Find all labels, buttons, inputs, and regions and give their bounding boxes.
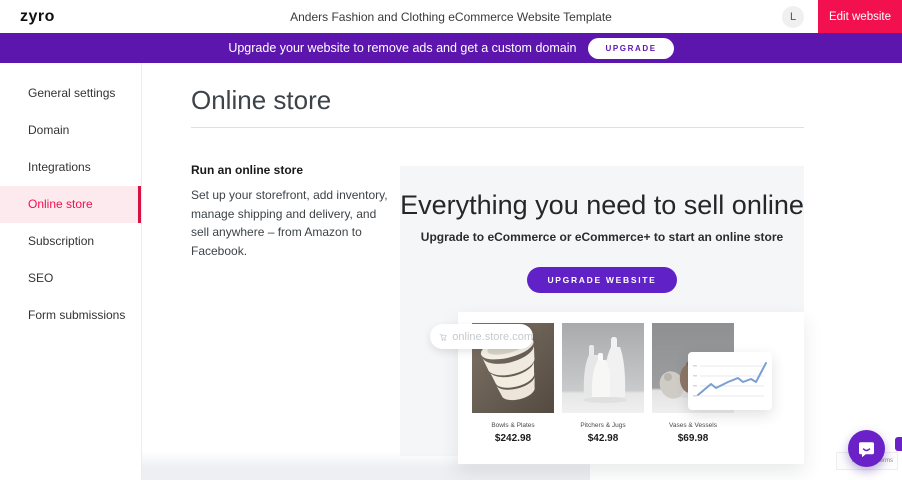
app-window: zyro Anders Fashion and Clothing eCommer… (0, 0, 902, 480)
upgrade-banner: Upgrade your website to remove ads and g… (0, 33, 902, 63)
chart-line (698, 363, 766, 395)
sidebar-item-subscription[interactable]: Subscription (0, 223, 141, 260)
section-text: Set up your storefront, add inventory, m… (191, 186, 393, 260)
sidebar-item-domain[interactable]: Domain (0, 112, 141, 149)
sales-line-chart (688, 352, 772, 410)
page-title: Online store (191, 85, 331, 116)
site-template-title: Anders Fashion and Clothing eCommerce We… (120, 10, 782, 24)
top-header: zyro Anders Fashion and Clothing eCommer… (0, 0, 902, 33)
cart-icon (439, 331, 447, 343)
banner-upgrade-button[interactable]: UPGRADE (588, 38, 673, 59)
product-price: $42.98 (562, 433, 644, 444)
product-price: $69.98 (652, 433, 734, 444)
sidebar-item-general-settings[interactable]: General settings (0, 75, 141, 112)
header-actions: L Edit website (782, 0, 902, 33)
banner-text: Upgrade your website to remove ads and g… (228, 41, 576, 55)
title-divider (191, 127, 804, 128)
chat-button[interactable] (848, 430, 885, 467)
product-price: $242.98 (472, 433, 554, 444)
user-avatar[interactable]: L (782, 6, 804, 28)
section-heading: Run an online store (191, 163, 393, 177)
chat-bubble-icon (857, 440, 876, 458)
section-description: Run an online store Set up your storefro… (191, 163, 393, 260)
product-card-pitchers: Pitchers & Jugs $42.98 (562, 323, 644, 444)
product-name: Pitchers & Jugs (562, 422, 644, 429)
sidebar-item-form-submissions[interactable]: Form submissions (0, 297, 141, 334)
pitchers-product-image (562, 323, 644, 413)
sales-chart-card (688, 352, 772, 410)
sidebar-item-online-store[interactable]: Online store (0, 186, 141, 223)
product-name: Bowls & Plates (472, 422, 554, 429)
promo-subheading: Upgrade to eCommerce or eCommerce+ to st… (400, 230, 804, 244)
store-url-pill: online.store.com (430, 324, 533, 349)
settings-sidebar: General settings Domain Integrations Onl… (0, 63, 142, 480)
store-url-text: online.store.com (452, 331, 533, 343)
upgrade-website-button[interactable]: UPGRADE WEBSITE (527, 267, 676, 293)
promo-heading: Everything you need to sell online (400, 190, 804, 221)
zyro-logo[interactable]: zyro (0, 8, 120, 26)
product-name: Vases & Vessels (652, 422, 734, 429)
sidebar-item-seo[interactable]: SEO (0, 260, 141, 297)
chat-edge-tab[interactable] (895, 437, 902, 451)
edit-website-button[interactable]: Edit website (818, 0, 902, 33)
sidebar-item-integrations[interactable]: Integrations (0, 149, 141, 186)
